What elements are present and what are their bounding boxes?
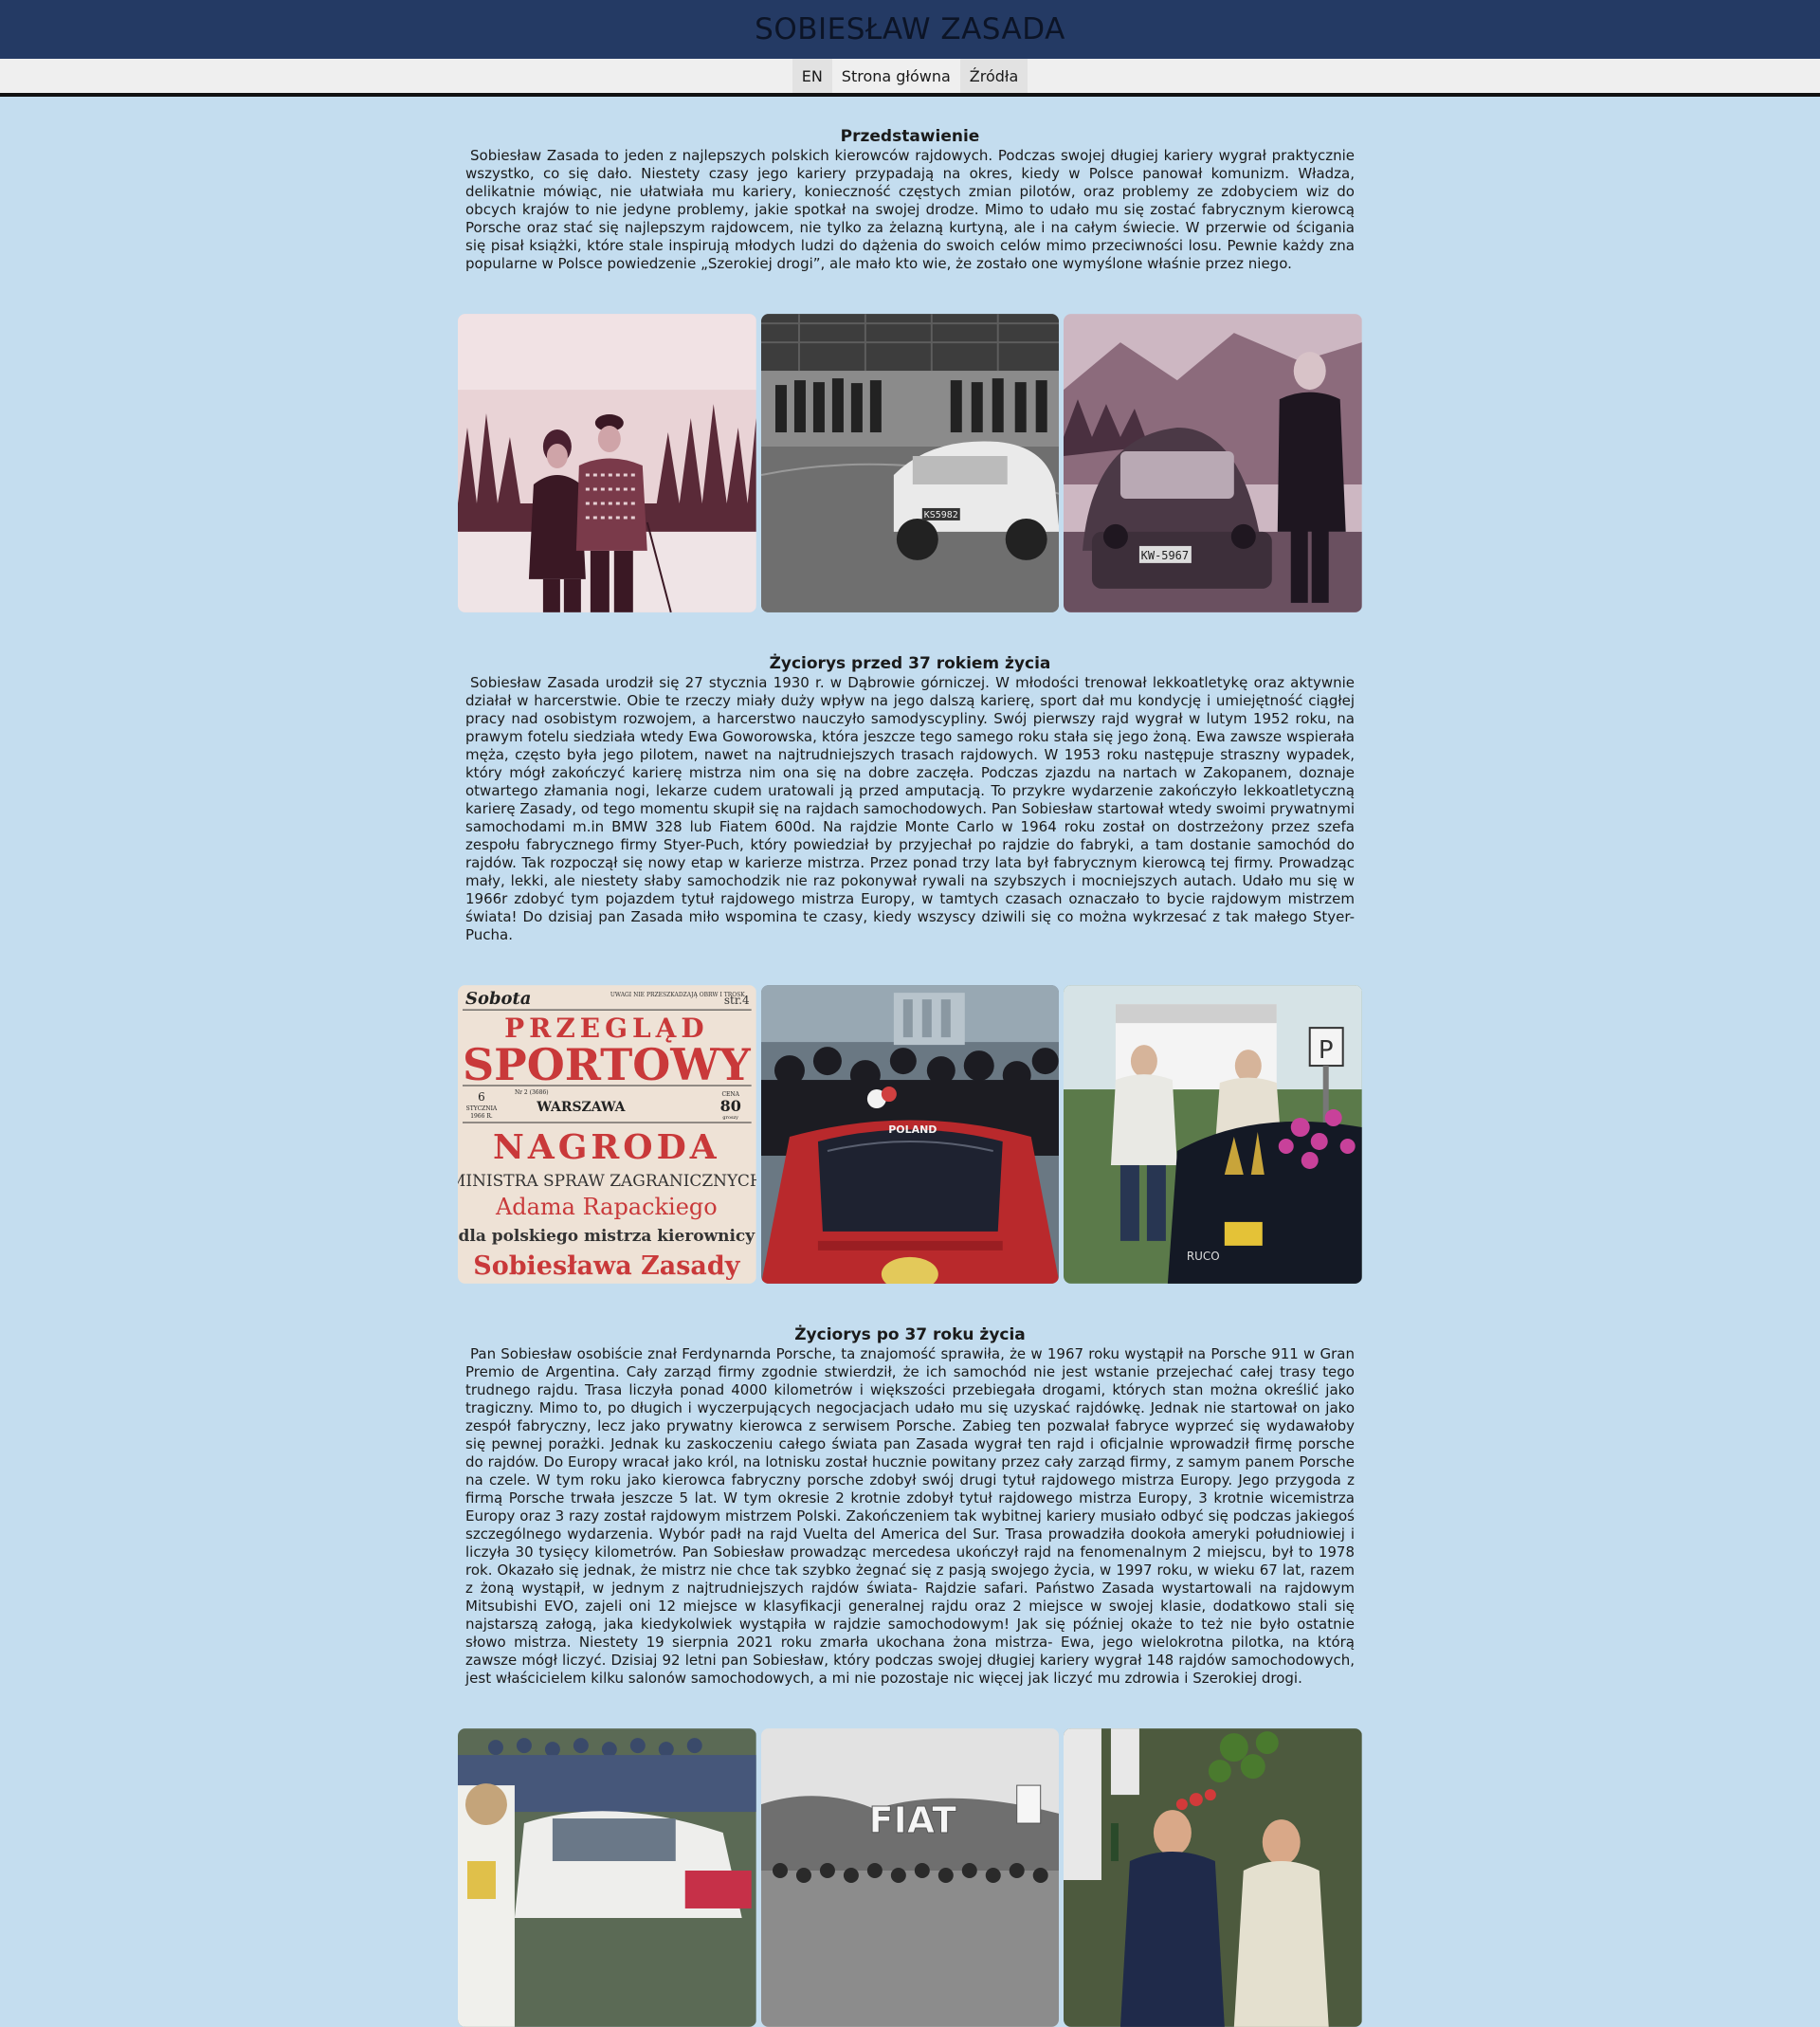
- car-sticker-text: RUCO: [1187, 1250, 1220, 1263]
- newspaper-headline-4: dla polskiego mistrza kierownicy: [459, 1227, 756, 1246]
- newspaper-day: Sobota: [465, 989, 531, 1009]
- section-title: Przedstawienie: [840, 127, 980, 146]
- newspaper-date-month: STYCZNIA: [466, 1105, 498, 1112]
- car-plate-text: KS5982: [923, 510, 957, 520]
- section-text: Sobiesław Zasada to jeden z najlepszych …: [465, 147, 1355, 272]
- fiat-sign-text: FIAT: [868, 1799, 956, 1841]
- main-nav: EN Strona główna Źródła: [0, 59, 1820, 97]
- victory-celebration-image: [1064, 1728, 1363, 2027]
- car-plate-text: KW-5967: [1141, 549, 1189, 562]
- photo-red-porsche-crowd[interactable]: POLAND: [760, 985, 1060, 1284]
- section-text: Pan Sobiesław osobiście znał Ferdynarnda…: [465, 1345, 1355, 1687]
- red-porsche-image: POLAND: [760, 985, 1060, 1284]
- newspaper-date-year: 1966 R.: [470, 1113, 493, 1120]
- newspaper-headline-3: Adama Rapackiego: [495, 1194, 718, 1220]
- parking-sign-text: P: [1319, 1036, 1334, 1065]
- photo-victory-celebration[interactable]: [1064, 1728, 1363, 2027]
- photo-gallery: FIAT: [458, 1728, 1363, 2027]
- couple-winter-image: [458, 314, 756, 612]
- photo-rally-car-crowd[interactable]: [458, 1728, 756, 2027]
- site-title: SOBIESŁAW ZASADA: [755, 12, 1065, 46]
- newspaper-date-day: 6: [478, 1090, 485, 1104]
- section-title: Życiorys po 37 roku życia: [794, 1325, 1026, 1344]
- newspaper-headline-1: NAGRODA: [493, 1127, 720, 1167]
- section-title: Życiorys przed 37 rokiem życia: [769, 654, 1051, 673]
- photo-trophies-on-porsche[interactable]: P RUCO: [1064, 985, 1363, 1284]
- photo-newspaper-przeglad-sportowy[interactable]: Sobota UWAGI NIE PRZESZKADZAJĄ OBRW I TR…: [458, 985, 756, 1284]
- nav-home[interactable]: Strona główna: [832, 59, 960, 93]
- fiat-sign-image: FIAT: [760, 1728, 1060, 2027]
- section-life-before-37: Życiorys przed 37 rokiem życia Sobiesław…: [458, 654, 1362, 944]
- newspaper-page: str.4: [724, 994, 750, 1007]
- photo-gallery: Sobota UWAGI NIE PRZESZKADZAJĄ OBRW I TR…: [458, 985, 1363, 1284]
- trophies-porsche-image: P RUCO: [1064, 985, 1363, 1284]
- photo-man-with-fiat[interactable]: KW-5967: [1064, 314, 1363, 612]
- newspaper-headline-2: MINISTRA SPRAW ZAGRANICZNYCH: [458, 1172, 756, 1191]
- main-content: Przedstawienie Sobiesław Zasada to jeden…: [458, 97, 1363, 2027]
- nav-language-en[interactable]: EN: [792, 59, 832, 93]
- rally-car-crowd-image: [458, 1728, 756, 2027]
- section-life-after-37: Życiorys po 37 roku życia Pan Sobiesław …: [458, 1325, 1362, 1688]
- fiat-rally-image: KS5982: [760, 314, 1060, 612]
- photo-gallery: KS5982 KW-5967: [458, 314, 1363, 612]
- newspaper-image: Sobota UWAGI NIE PRZESZKADZAJĄ OBRW I TR…: [458, 985, 756, 1284]
- photo-couple-winter[interactable]: [458, 314, 756, 612]
- photo-fiat-sign-crowd[interactable]: FIAT: [760, 1728, 1060, 2027]
- newspaper-headline-5: Sobiesława Zasady: [473, 1251, 741, 1281]
- newspaper-price: 80: [720, 1097, 741, 1115]
- nav-sources[interactable]: Źródła: [959, 59, 1028, 93]
- section-introduction: Przedstawienie Sobiesław Zasada to jeden…: [458, 127, 1362, 273]
- site-header: SOBIESŁAW ZASADA: [0, 0, 1820, 59]
- newspaper-city: WARSZAWA: [536, 1100, 625, 1115]
- newspaper-price-unit: groszy: [722, 1115, 738, 1121]
- newspaper-issue: Nr 2 (3686): [515, 1089, 549, 1096]
- car-country-plate: POLAND: [888, 1123, 937, 1136]
- section-text: Sobiesław Zasada urodził się 27 stycznia…: [465, 674, 1355, 943]
- newspaper-title-2: SPORTOWY: [463, 1039, 752, 1090]
- photo-fiat-rally-spectators[interactable]: KS5982: [760, 314, 1060, 612]
- man-fiat-image: KW-5967: [1064, 314, 1363, 612]
